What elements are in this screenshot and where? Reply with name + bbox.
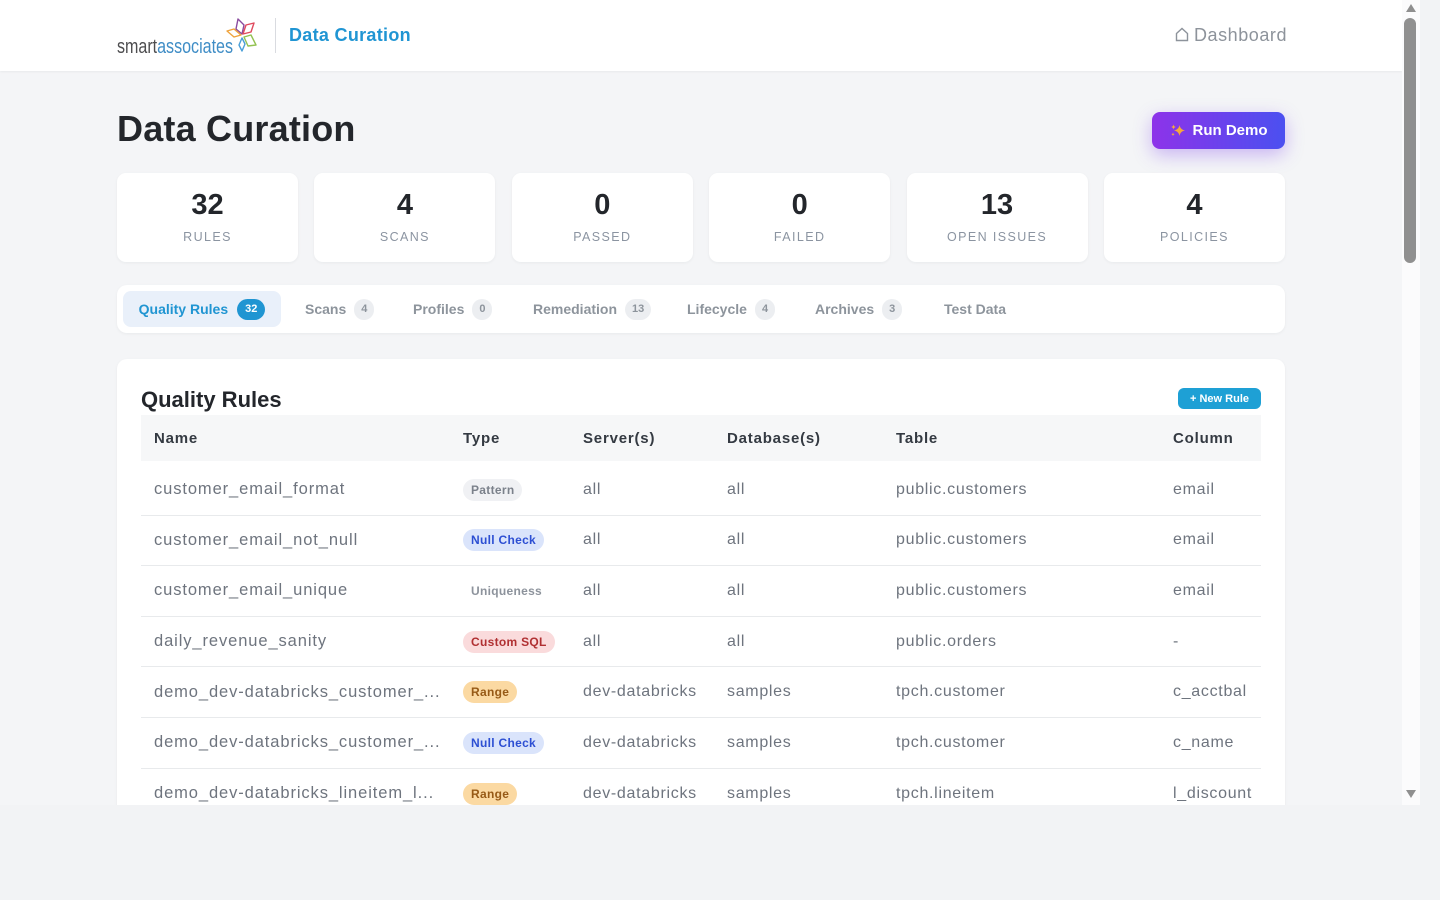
svg-text:smartassociates: smartassociates [117,36,233,58]
